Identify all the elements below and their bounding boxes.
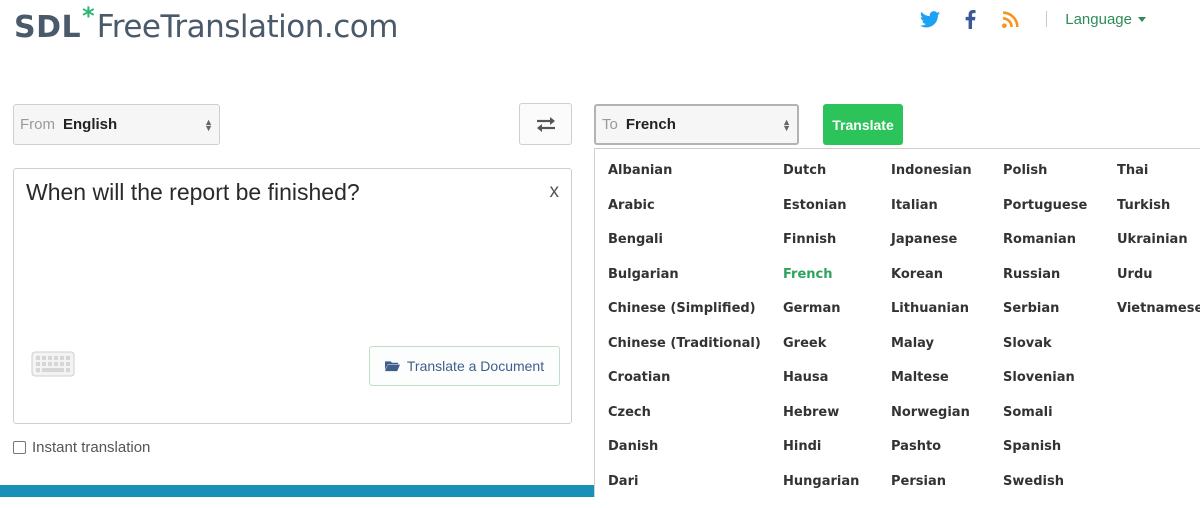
language-option[interactable]: Dutch [783, 163, 859, 198]
language-dropdown: AlbanianArabicBengaliBulgarianChinese (S… [594, 148, 1200, 497]
to-value: French [626, 116, 676, 133]
language-option[interactable]: Romanian [1003, 232, 1087, 267]
language-option[interactable]: Italian [891, 198, 972, 233]
language-option[interactable]: Danish [608, 439, 761, 474]
logo-site-name: FreeTranslation.com [97, 9, 398, 45]
language-option[interactable]: Slovak [1003, 336, 1087, 371]
language-option[interactable]: Bengali [608, 232, 761, 267]
source-text-area[interactable]: When will the report be finished? x Tran… [13, 168, 572, 424]
language-option[interactable]: Ukrainian [1117, 232, 1200, 267]
language-option[interactable]: Japanese [891, 232, 972, 267]
language-option[interactable]: Polish [1003, 163, 1087, 198]
language-label: Language [1065, 11, 1132, 28]
language-menu[interactable]: Language [1065, 11, 1146, 28]
language-option[interactable]: Czech [608, 405, 761, 440]
folder-icon [385, 360, 400, 372]
twitter-icon[interactable] [919, 8, 941, 30]
logo-sdl: SDL [14, 10, 81, 45]
language-option[interactable]: Chinese (Simplified) [608, 301, 761, 336]
language-option[interactable]: German [783, 301, 859, 336]
language-option[interactable]: Chinese (Traditional) [608, 336, 761, 371]
language-option[interactable]: Greek [783, 336, 859, 371]
language-option[interactable]: Thai [1117, 163, 1200, 198]
clear-text-button[interactable]: x [550, 181, 560, 203]
language-column: PolishPortugueseRomanianRussianSerbianSl… [1003, 163, 1087, 508]
language-option[interactable]: Turkish [1117, 198, 1200, 233]
language-option[interactable]: Croatian [608, 370, 761, 405]
language-option[interactable]: Malay [891, 336, 972, 371]
to-label: To [602, 116, 618, 133]
translate-document-button[interactable]: Translate a Document [369, 346, 560, 386]
select-arrows-icon: ▲▼ [782, 119, 791, 131]
language-option[interactable]: Russian [1003, 267, 1087, 302]
select-arrows-icon: ▲▼ [204, 119, 213, 131]
instant-translation-checkbox[interactable] [13, 441, 26, 454]
language-option[interactable]: Hungarian [783, 474, 859, 508]
language-option[interactable]: Vietnamese [1117, 301, 1200, 336]
bottom-accent-bar [0, 485, 600, 497]
language-option[interactable]: Bulgarian [608, 267, 761, 302]
from-value: English [63, 116, 117, 133]
language-column: AlbanianArabicBengaliBulgarianChinese (S… [608, 163, 761, 508]
caret-down-icon [1138, 17, 1146, 22]
language-column: ThaiTurkishUkrainianUrduVietnamese [1117, 163, 1200, 336]
from-label: From [20, 116, 55, 133]
instant-translation-toggle[interactable]: Instant translation [13, 439, 150, 456]
language-option[interactable]: Estonian [783, 198, 859, 233]
language-option[interactable]: Spanish [1003, 439, 1087, 474]
language-option[interactable]: Urdu [1117, 267, 1200, 302]
language-option[interactable]: Norwegian [891, 405, 972, 440]
language-option[interactable]: Somali [1003, 405, 1087, 440]
language-option[interactable]: Korean [891, 267, 972, 302]
language-option[interactable]: Swedish [1003, 474, 1087, 508]
language-option[interactable]: Lithuanian [891, 301, 972, 336]
translate-button[interactable]: Translate [823, 104, 903, 145]
language-option[interactable]: Indonesian [891, 163, 972, 198]
language-option[interactable]: Pashto [891, 439, 972, 474]
language-option[interactable]: Portuguese [1003, 198, 1087, 233]
language-column: DutchEstonianFinnishFrenchGermanGreekHau… [783, 163, 859, 508]
language-option[interactable]: Maltese [891, 370, 972, 405]
language-option[interactable]: Albanian [608, 163, 761, 198]
swap-languages-button[interactable] [519, 103, 572, 145]
language-option[interactable]: Hebrew [783, 405, 859, 440]
language-option[interactable]: Dari [608, 474, 761, 508]
language-option[interactable]: Persian [891, 474, 972, 508]
language-option[interactable]: French [783, 267, 859, 302]
rss-icon[interactable] [999, 8, 1021, 30]
language-option[interactable]: Hindi [783, 439, 859, 474]
header-divider [1046, 11, 1047, 27]
language-option[interactable]: Hausa [783, 370, 859, 405]
language-option[interactable]: Arabic [608, 198, 761, 233]
from-language-select[interactable]: From English ▲▼ [13, 104, 220, 145]
keyboard-icon[interactable] [31, 351, 75, 382]
to-language-select[interactable]: To French ▲▼ [594, 104, 799, 145]
header-links: Language [901, 8, 1146, 30]
source-text[interactable]: When will the report be finished? [26, 179, 360, 206]
language-column: IndonesianItalianJapaneseKoreanLithuania… [891, 163, 972, 508]
language-option[interactable]: Slovenian [1003, 370, 1087, 405]
swap-icon [534, 115, 558, 133]
translate-document-label: Translate a Document [407, 358, 544, 374]
logo-star: * [82, 2, 95, 30]
language-option[interactable]: Serbian [1003, 301, 1087, 336]
instant-translation-label: Instant translation [32, 439, 150, 456]
language-option[interactable]: Finnish [783, 232, 859, 267]
site-logo[interactable]: SDL * FreeTranslation.com [14, 6, 398, 46]
facebook-icon[interactable] [959, 8, 981, 30]
